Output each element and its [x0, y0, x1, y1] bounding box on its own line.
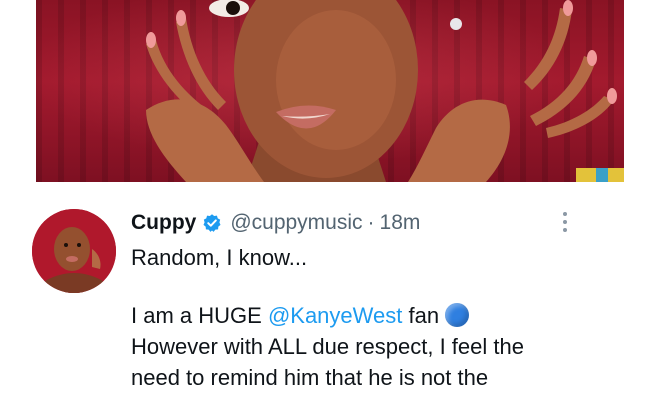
more-dot: [563, 220, 567, 224]
tweet-text: Random, I know... I am a HUGE @KanyeWest…: [131, 242, 631, 393]
tweet-card[interactable]: Cuppy @cuppymusic · 18m Random, I know..…: [0, 182, 660, 400]
verified-badge-icon: [203, 214, 221, 232]
avatar-image: [32, 209, 116, 293]
more-options-icon[interactable]: [556, 208, 574, 236]
mention-link[interactable]: @KanyeWest: [268, 303, 402, 328]
tweet-photo[interactable]: [36, 0, 624, 182]
header-separator: ·: [367, 211, 375, 234]
author-handle[interactable]: @cuppymusic: [230, 211, 362, 235]
avatar[interactable]: [32, 209, 116, 293]
tweet-line: Random, I know...: [131, 245, 308, 270]
tweet-line: I am a HUGE @KanyeWest fan: [131, 300, 631, 331]
tweet-line-text: fan: [402, 303, 440, 328]
paragraph-break: [131, 273, 631, 300]
tweet-header: Cuppy @cuppymusic · 18m: [131, 207, 420, 239]
more-dot: [563, 212, 567, 216]
tweet-timestamp[interactable]: 18m: [380, 211, 421, 235]
tweet-line-text: I am a HUGE: [131, 303, 262, 328]
tweet-line: However with ALL due respect, I feel the: [131, 334, 524, 359]
portrait-illustration: [146, 0, 624, 182]
more-dot: [563, 228, 567, 232]
tweet-line: need to remind him that he is not the: [131, 365, 489, 390]
author-name[interactable]: Cuppy: [131, 211, 196, 235]
blue-circle-emoji-icon: [445, 303, 470, 327]
